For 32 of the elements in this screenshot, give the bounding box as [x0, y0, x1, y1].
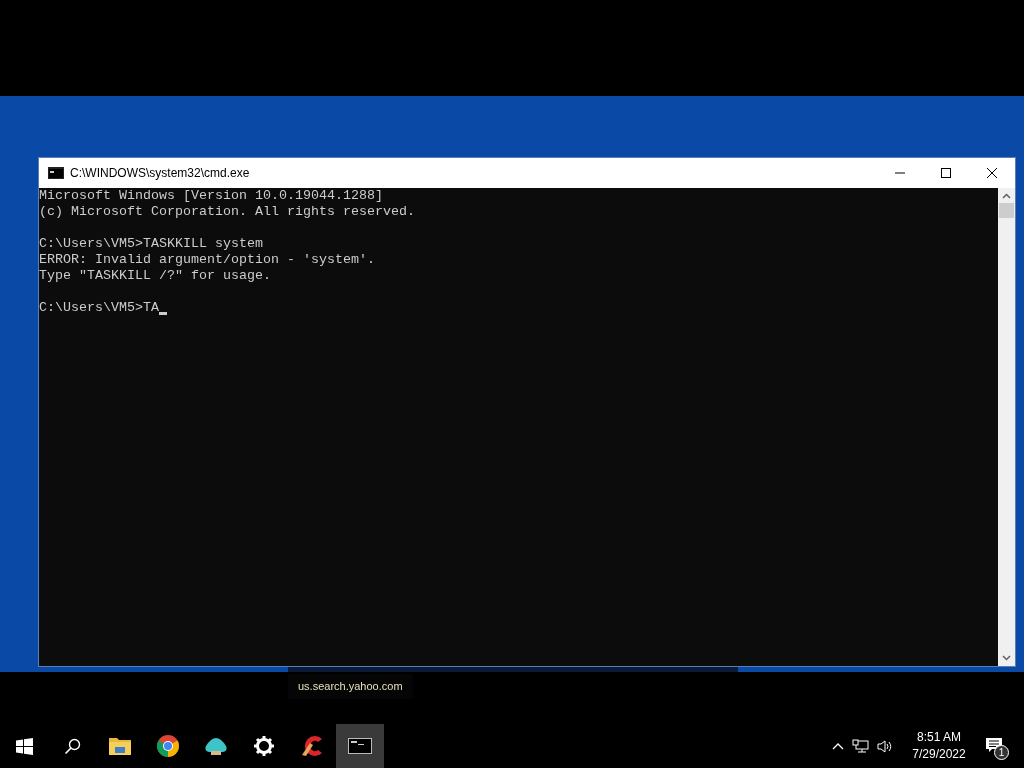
console-line: ERROR: Invalid argument/option - 'system'.: [39, 252, 375, 268]
notification-button[interactable]: 1: [984, 734, 1008, 758]
scroll-down-icon[interactable]: [1002, 655, 1011, 661]
console-line: Microsoft Windows [Version 10.0.19044.1288]: [39, 188, 383, 204]
command-input[interactable]: C:\Users\VM5>TA: [39, 300, 159, 316]
chrome-icon: [157, 735, 179, 757]
text-cursor: [159, 312, 167, 315]
console-line: Type "TASKKILL /?" for usage.: [39, 268, 271, 284]
clock[interactable]: 8:51 AM 7/29/2022: [906, 729, 972, 763]
search-icon: [63, 737, 81, 755]
console-line: (c) Microsoft Corporation. All rights reserved.: [39, 204, 415, 220]
window-title: C:\WINDOWS\system32\cmd.exe: [70, 165, 250, 182]
scroll-thumb[interactable]: [999, 203, 1014, 218]
brush-icon: [300, 735, 324, 757]
gear-icon: [254, 736, 274, 756]
speaker-icon[interactable]: [877, 738, 894, 754]
taskbar-button[interactable]: [336, 724, 384, 768]
scrollbar[interactable]: [998, 188, 1015, 666]
maximize-icon: [941, 168, 951, 178]
network-icon[interactable]: [852, 738, 869, 754]
folder-icon: [109, 737, 131, 755]
console-line: C:\Users\VM5>TASKKILL system: [39, 236, 263, 252]
console-icon: [48, 167, 64, 179]
close-icon: [987, 168, 997, 178]
clock-date: 7/29/2022: [912, 746, 966, 763]
windows-logo-icon: [15, 737, 33, 755]
clock-time: 8:51 AM: [917, 729, 961, 746]
notification-badge: 1: [994, 745, 1009, 760]
scroll-up-icon[interactable]: [1002, 193, 1011, 199]
console-icon: [348, 738, 372, 754]
chevron-up-icon[interactable]: [832, 742, 844, 750]
tooltip: us.search.yahoo.com: [288, 674, 413, 699]
